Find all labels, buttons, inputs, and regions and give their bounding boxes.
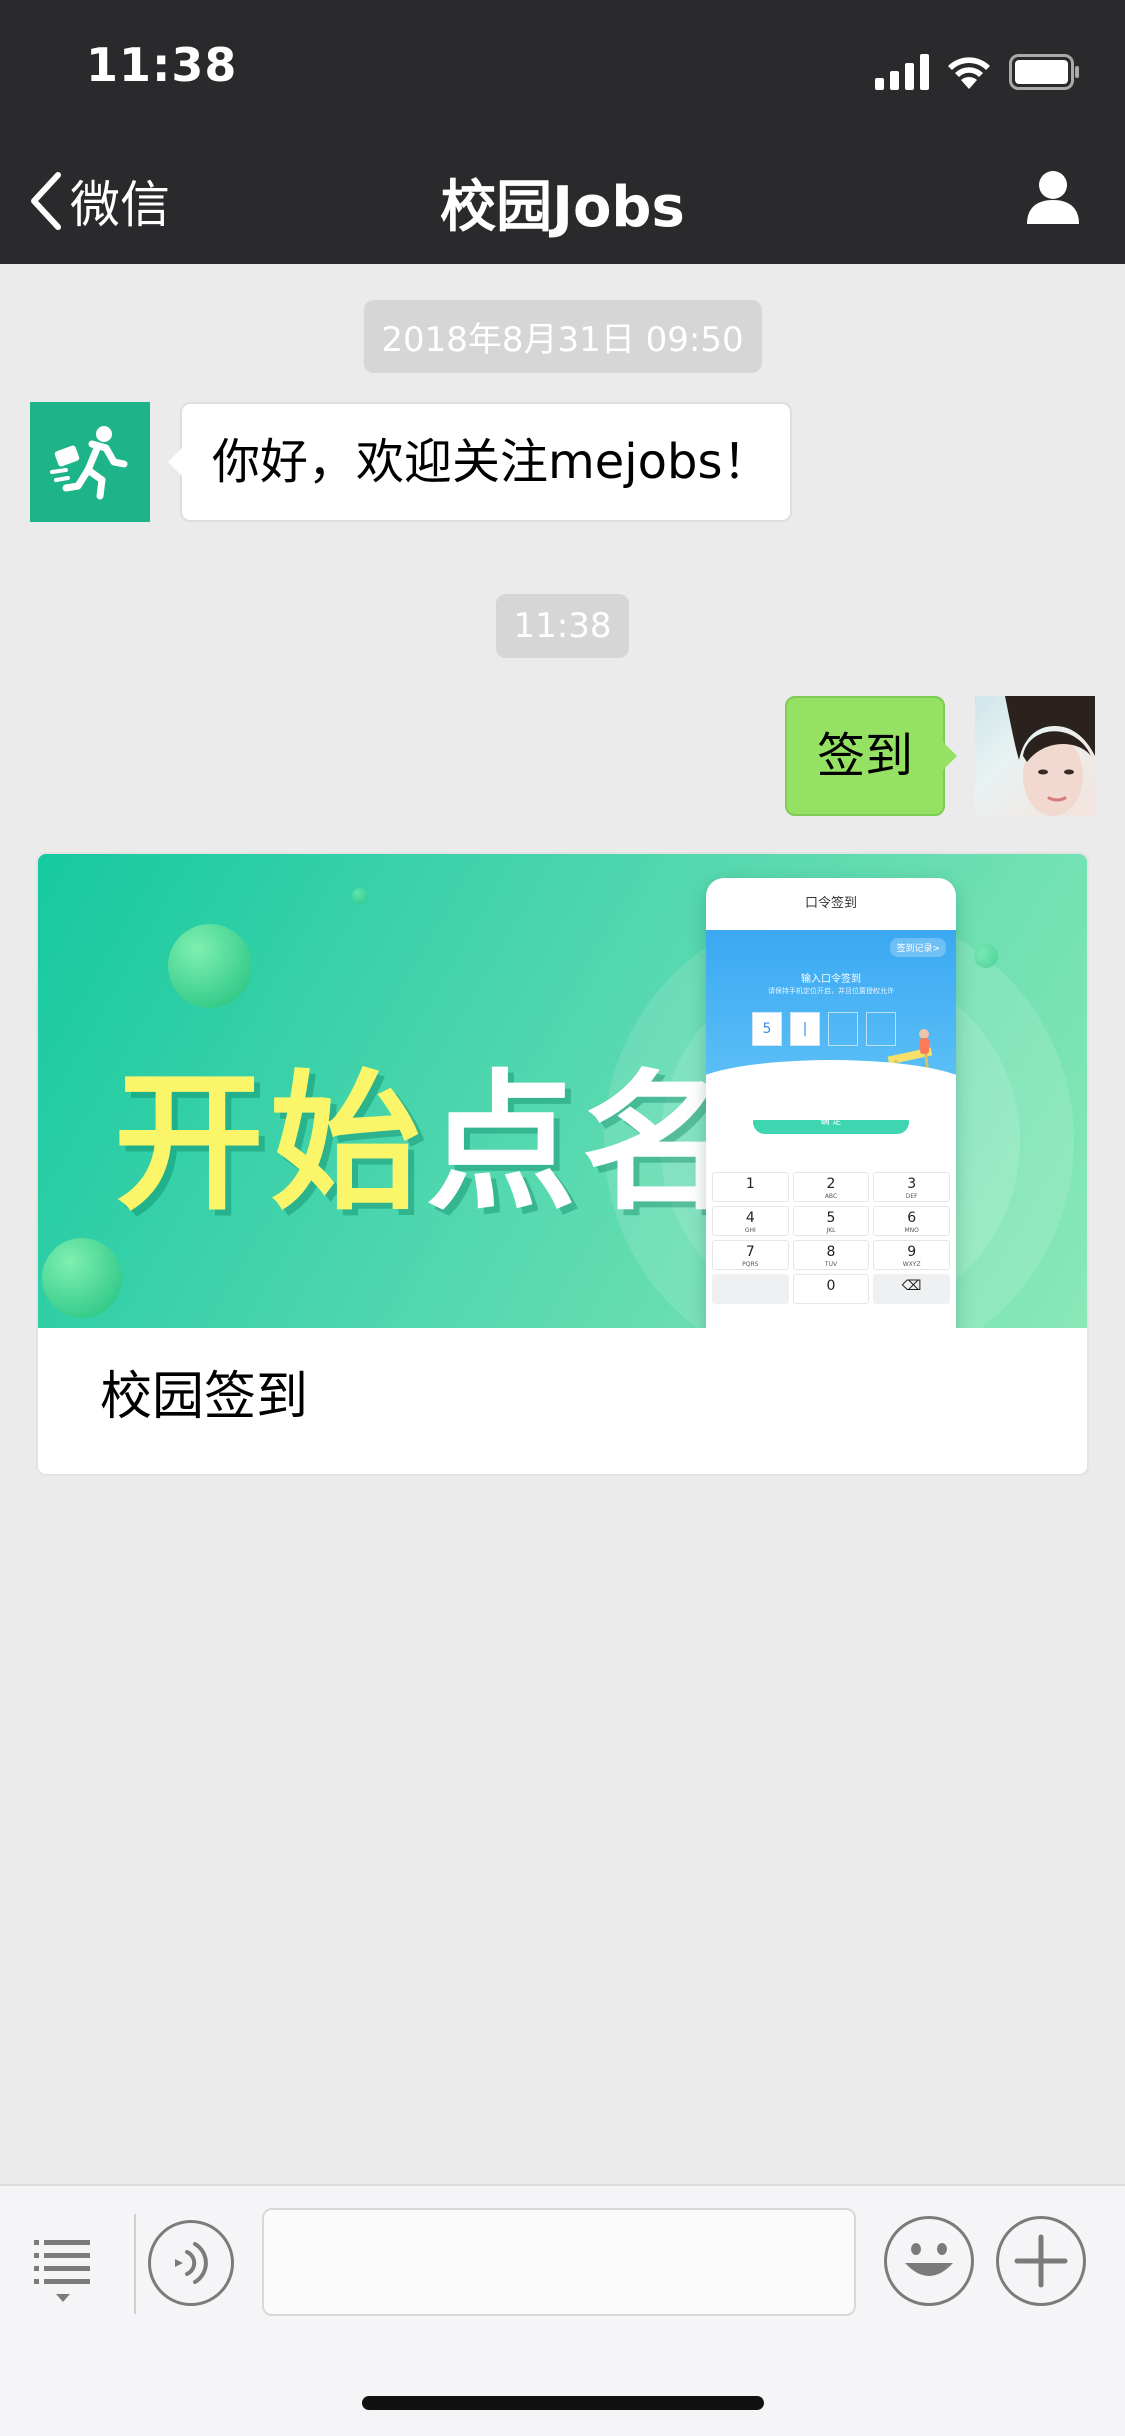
status-icons xyxy=(875,50,1081,90)
status-time: 11:38 xyxy=(86,38,238,92)
keypad-delete-key: ⌫ xyxy=(873,1274,950,1304)
wave-decoration xyxy=(706,1060,956,1120)
ball-decoration xyxy=(42,1238,122,1318)
user-photo-icon xyxy=(1005,696,1095,816)
keypad-key xyxy=(712,1274,789,1304)
page-title: 校园Jobs xyxy=(440,175,685,240)
phone-mockup: 口令签到 签到记录> 输入口令签到 请保持手机定位开启，并且位置授权允许 5 | xyxy=(706,878,956,1328)
banner-headline: 开始点名 xyxy=(114,1022,738,1239)
keypad-key: 0 xyxy=(792,1274,870,1304)
more-button[interactable] xyxy=(996,2216,1086,2306)
keypad-key: 3 DEF xyxy=(873,1172,950,1202)
banner-headline-rest: 点名 xyxy=(426,1057,739,1231)
card-banner-image: 开始点名 口令签到 签到记录> 输入口令签到 请保持手机定位开启，并且位置授权允… xyxy=(38,854,1087,1328)
incoming-message-bubble[interactable]: 你好，欢迎关注mejobs！ xyxy=(168,402,792,522)
timestamp: 2018年8月31日 09:50 xyxy=(363,300,762,373)
ball-decoration xyxy=(168,924,252,1008)
profile-button[interactable] xyxy=(1025,168,1081,228)
timestamp: 11:38 xyxy=(495,594,630,658)
wifi-icon xyxy=(947,56,991,90)
plus-icon xyxy=(1014,2234,1068,2288)
keypad-key: 2 ABC xyxy=(792,1172,870,1202)
top-bar: 11:38 微信 校园Jobs xyxy=(0,0,1125,264)
keypad-key: 8 TUV xyxy=(792,1240,870,1270)
banner-headline-highlight: 开始 xyxy=(114,1057,427,1231)
signal-icon xyxy=(875,54,929,90)
keypad-key: 7 PQRS xyxy=(712,1240,789,1270)
voice-icon xyxy=(175,2242,208,2284)
user-avatar[interactable] xyxy=(975,696,1095,816)
voice-button[interactable] xyxy=(148,2220,234,2306)
card-title: 校园签到 xyxy=(100,1367,309,1427)
bot-avatar[interactable] xyxy=(30,402,150,522)
ball-decoration xyxy=(352,888,368,904)
code-box: 5 xyxy=(752,1012,782,1046)
home-indicator[interactable] xyxy=(362,2396,764,2410)
message-input[interactable] xyxy=(262,2208,856,2316)
phone-code-boxes: 5 | xyxy=(752,1012,896,1046)
battery-icon xyxy=(1009,54,1081,90)
article-card[interactable]: 开始点名 口令签到 签到记录> 输入口令签到 请保持手机定位开启，并且位置授权允… xyxy=(36,852,1089,1476)
phone-hint: 请保持手机定位开启，并且位置授权允许 xyxy=(768,987,894,995)
running-man-icon xyxy=(50,426,128,500)
emoji-icon xyxy=(905,2243,953,2276)
emoji-button[interactable] xyxy=(884,2216,974,2306)
keypad-key: 4 GHI xyxy=(712,1206,789,1236)
keypad-key: 6 MNO xyxy=(873,1206,950,1236)
menu-list-icon xyxy=(34,2240,90,2302)
input-bar-divider xyxy=(134,2214,136,2314)
keypad-key: 5 JKL xyxy=(792,1206,870,1236)
phone-record-link: 签到记录> xyxy=(890,938,946,957)
person-icon xyxy=(1027,171,1079,224)
phone-prompt: 输入口令签到 xyxy=(801,974,861,985)
code-box xyxy=(828,1012,858,1046)
phone-input-panel: 签到记录> 输入口令签到 请保持手机定位开启，并且位置授权允许 5 | xyxy=(706,930,956,1120)
ball-decoration xyxy=(974,944,998,968)
menu-toggle-button[interactable] xyxy=(34,2236,94,2306)
phone-keypad: 1 2 ABC 3 DEF 4 GHI 5 JKL 6 MNO 7 PQRS 8 TUV 9W… xyxy=(712,1172,950,1304)
keypad-key: 1 xyxy=(712,1172,789,1202)
outgoing-message-bubble[interactable]: 签到 xyxy=(785,696,957,816)
code-box: | xyxy=(790,1012,820,1046)
keypad-key: 9 WXYZ xyxy=(873,1240,950,1270)
phone-header: 口令签到 xyxy=(804,896,857,911)
